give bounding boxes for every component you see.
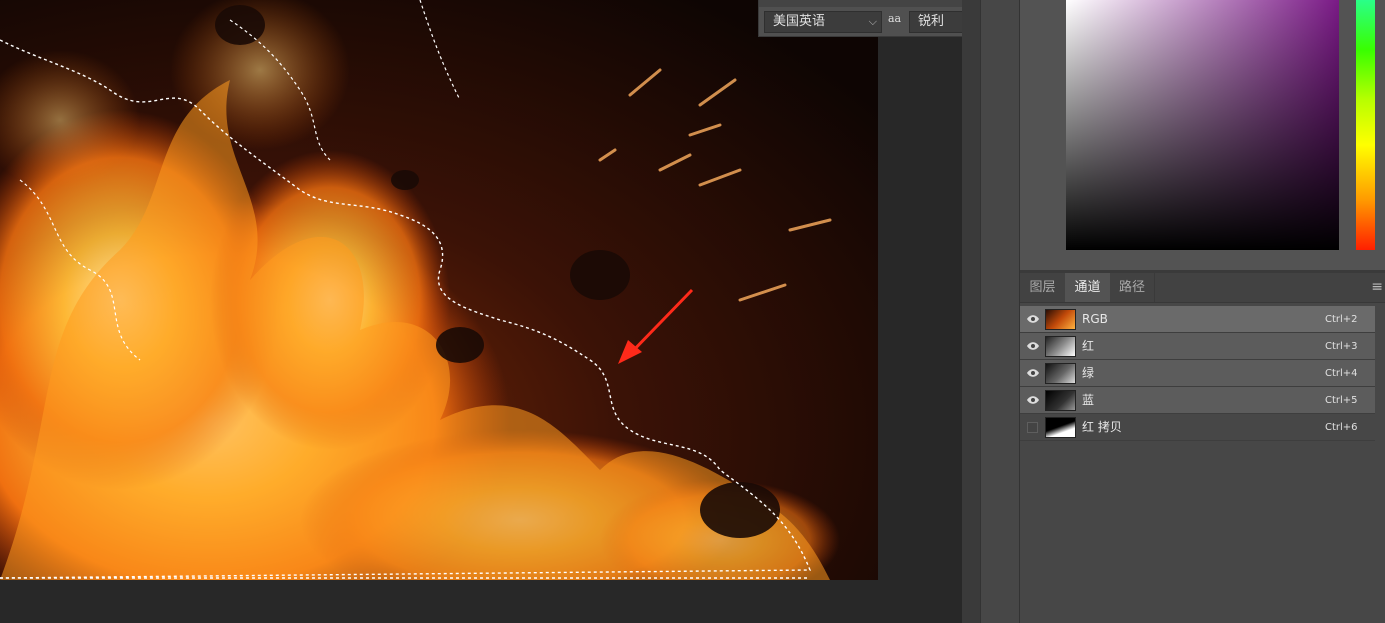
hue-slider[interactable] [1356,0,1375,250]
tab-layers[interactable]: 图层 [1020,273,1065,302]
visibility-checkbox[interactable] [1027,422,1038,433]
eye-icon[interactable] [1024,364,1042,382]
channel-thumbnail [1045,417,1076,438]
fire-artwork [0,0,878,580]
channel-shortcut: Ctrl+2 [1325,314,1358,325]
chevron-down-icon: ⌵ [868,15,877,28]
eye-icon[interactable] [1024,391,1042,409]
fire-image[interactable] [0,0,878,580]
eye-icon[interactable] [1024,310,1042,328]
antialias-value: 锐利 [918,14,945,29]
language-dropdown[interactable]: 美国英语 ⌵ [764,11,882,33]
eye-icon[interactable] [1024,337,1042,355]
channel-row[interactable]: 绿 Ctrl+4 [1020,360,1375,387]
channel-name: 红 [1082,339,1095,353]
channel-thumbnail [1045,390,1076,411]
character-options-bar: 美国英语 ⌵ aa 锐利 ⌵ [758,0,981,37]
channel-thumbnail [1045,363,1076,384]
channel-name: RGB [1082,312,1108,326]
channel-shortcut: Ctrl+3 [1325,341,1358,352]
collapsed-panel-dock [980,0,1020,623]
channel-row[interactable]: 红 拷贝 Ctrl+6 [1020,414,1375,441]
language-value: 美国英语 [773,14,826,29]
channel-shortcut: Ctrl+5 [1325,395,1358,406]
document-canvas[interactable] [0,0,962,623]
channel-thumbnail [1045,336,1076,357]
channel-name: 红 拷贝 [1082,420,1122,434]
tab-paths[interactable]: 路径 [1110,273,1155,302]
tab-channels[interactable]: 通道 [1065,273,1110,302]
channel-shortcut: Ctrl+6 [1325,422,1358,433]
channel-row[interactable]: RGB Ctrl+2 [1020,306,1375,333]
color-picker-panel [1020,0,1385,270]
channel-list: RGB Ctrl+2 红 Ctrl+3 绿 Ctrl+4 蓝 Ctrl+5 红 … [1020,306,1375,441]
channel-row[interactable]: 蓝 Ctrl+5 [1020,387,1375,414]
channel-name: 绿 [1082,366,1095,380]
vertical-scrollbar[interactable] [962,0,980,623]
saturation-brightness-field[interactable] [1066,0,1339,250]
toolbar-strip [759,0,981,7]
channel-shortcut: Ctrl+4 [1325,368,1358,379]
channel-thumbnail [1045,309,1076,330]
channel-row[interactable]: 红 Ctrl+3 [1020,333,1375,360]
menu-icon[interactable]: ≡ [1371,279,1383,295]
antialias-icon: aa [888,12,902,25]
channel-name: 蓝 [1082,393,1095,407]
channels-panel-tabs: 图层 通道 路径 ≡ [1020,273,1385,303]
right-panel: 图层 通道 路径 ≡ RGB Ctrl+2 红 Ctrl+3 绿 Ctrl+4 … [1020,0,1385,623]
